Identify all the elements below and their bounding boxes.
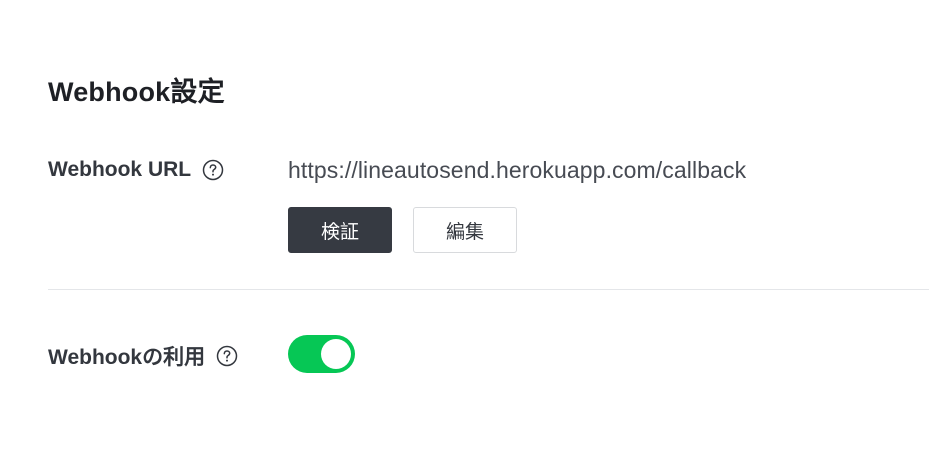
webhook-use-label: Webhookの利用 [48, 346, 206, 369]
webhook-url-value: https://lineautosend.herokuapp.com/callb… [288, 157, 747, 183]
divider [48, 289, 929, 290]
webhook-url-label: Webhook URL [48, 158, 192, 181]
question-circle-icon[interactable] [216, 345, 238, 367]
verify-button[interactable]: 検証 [288, 207, 392, 253]
section-title: Webhook設定 [48, 77, 225, 107]
webhook-url-label-row: Webhook URL [48, 158, 224, 182]
edit-button[interactable]: 編集 [413, 207, 517, 253]
webhook-use-label-row: Webhookの利用 [48, 341, 238, 371]
question-circle-icon[interactable] [202, 159, 224, 181]
webhook-settings-panel: Webhook設定 Webhook URL https://lineautose… [0, 0, 929, 453]
webhook-use-toggle[interactable] [288, 335, 355, 373]
toggle-knob [321, 339, 351, 369]
